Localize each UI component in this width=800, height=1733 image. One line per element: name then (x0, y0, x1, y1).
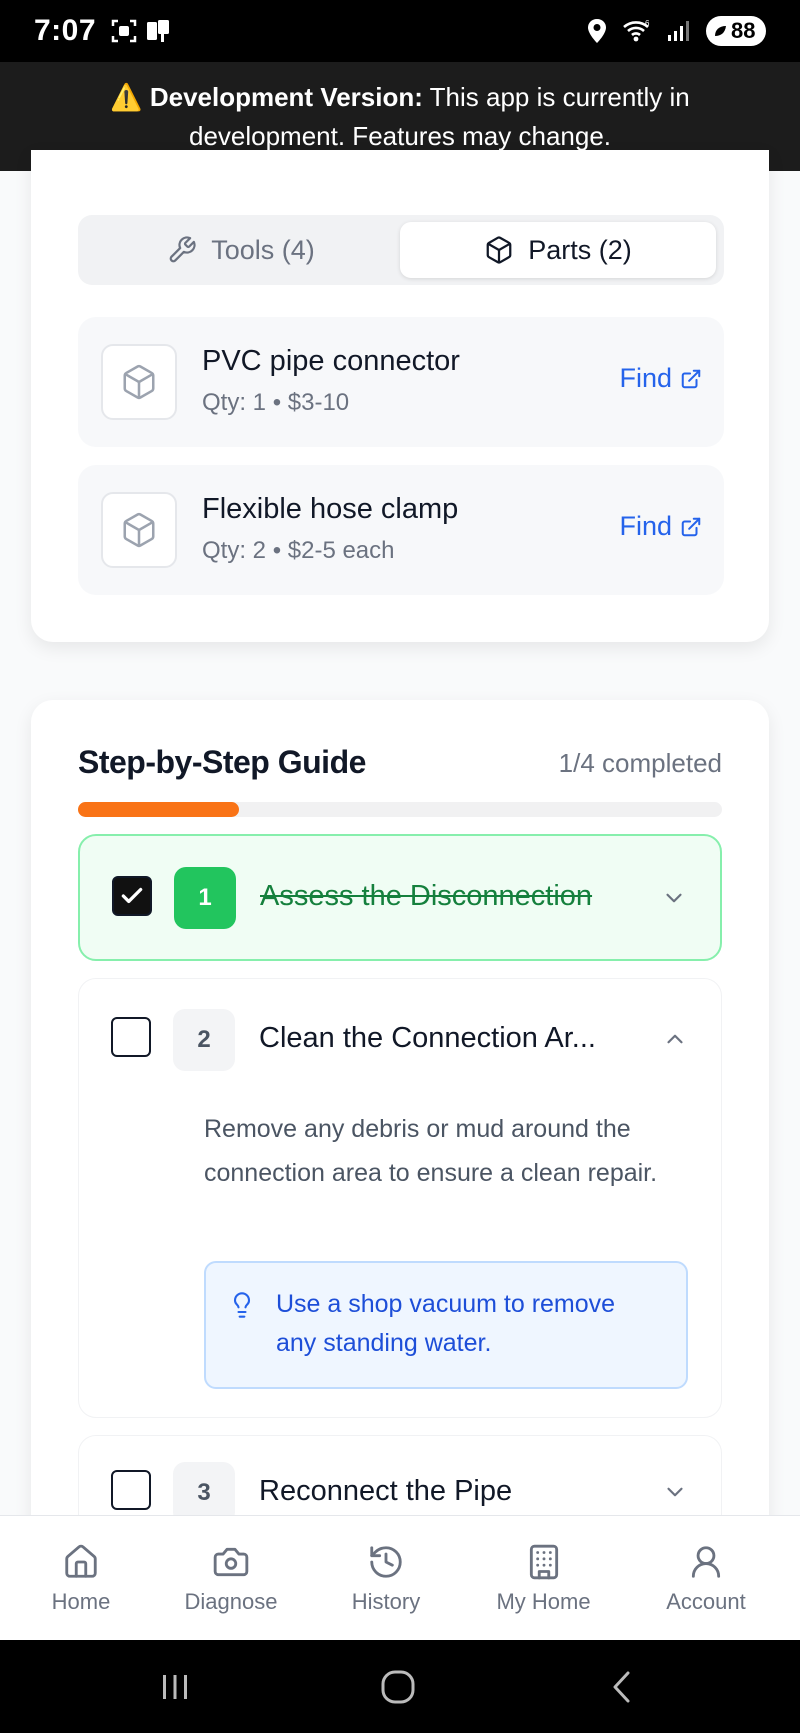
part-name: PVC pipe connector (202, 345, 460, 377)
nav-account[interactable]: Account (646, 1516, 766, 1641)
find-label: Find (619, 363, 672, 393)
wifi-icon: 6 (623, 19, 650, 42)
system-navigation-bar (0, 1640, 800, 1733)
guide-progress-text: 1/4 completed (558, 748, 722, 778)
external-link-icon (681, 369, 701, 388)
find-part-link[interactable]: Find (619, 511, 702, 542)
part-icon-box (101, 344, 177, 420)
guide-progress-fill (78, 802, 239, 817)
device-icon (147, 20, 170, 42)
part-meta: Qty: 1 • $3-10 (202, 389, 350, 416)
recent-apps-icon (163, 1675, 187, 1699)
tab-parts-label: Parts (2) (528, 234, 632, 265)
banner-line-1: ⚠️ Development Version: This app is curr… (110, 78, 690, 117)
user-icon (691, 1545, 721, 1578)
tab-tools-label: Tools (4) (211, 234, 315, 265)
tab-parts[interactable]: Parts (2) (400, 222, 716, 278)
part-meta: Qty: 2 • $2-5 each (202, 537, 395, 564)
battery-indicator: 88 (706, 16, 766, 46)
chevron-up-icon (667, 1034, 683, 1044)
package-icon (123, 512, 155, 548)
signal-icon (668, 21, 689, 41)
chevron-down-icon (667, 1487, 683, 1497)
status-time: 7:07 (34, 14, 97, 47)
status-bar: 7:07 6 88 (0, 0, 800, 62)
part-item: Flexible hose clamp Qty: 2 • $2-5 each F… (78, 465, 724, 595)
external-link-icon (681, 517, 701, 536)
step-title: Clean the Connection Ar... (259, 1022, 596, 1054)
step-checkbox[interactable] (111, 1017, 151, 1057)
step-description: Remove any debris or mud around the conn… (204, 1115, 658, 1187)
bottom-navigation: Home Diagnose History My Home Account (0, 1515, 800, 1640)
step-number: 1 (174, 867, 236, 929)
tab-tools[interactable]: Tools (4) (86, 222, 396, 278)
step-number: 2 (173, 1009, 235, 1071)
tools-parts-card: Tools (4) Parts (2) PVC pipe connector Q… (31, 150, 769, 642)
check-icon (121, 887, 143, 904)
step-checkbox-checked[interactable] (112, 876, 152, 916)
battery-saver-icon (715, 26, 726, 36)
home-system-button[interactable] (373, 1662, 423, 1712)
nav-home[interactable]: Home (31, 1516, 131, 1641)
back-button[interactable] (597, 1662, 647, 1712)
find-label: Find (619, 511, 672, 541)
battery-level: 88 (731, 18, 756, 43)
tools-parts-tabs: Tools (4) Parts (2) (78, 215, 724, 285)
package-icon (123, 364, 155, 400)
part-icon-box (101, 492, 177, 568)
svg-text:6: 6 (645, 19, 650, 28)
nav-diagnose-label: Diagnose (184, 1588, 278, 1614)
nav-home-label: Home (51, 1588, 111, 1614)
back-arrow-icon (613, 1671, 630, 1703)
expand-step-button[interactable] (658, 882, 690, 914)
collapse-step-button[interactable] (659, 1023, 691, 1055)
step-guide-card: Step-by-Step Guide 1/4 completed 1 Asses… (31, 700, 769, 1600)
tip-text: Use a shop vacuum to remove any standing… (276, 1290, 616, 1357)
step-checkbox[interactable] (111, 1470, 151, 1510)
home-circle-icon (381, 1670, 415, 1704)
part-name: Flexible hose clamp (202, 493, 459, 525)
history-icon (370, 1545, 402, 1578)
warning-icon: ⚠️ (110, 81, 143, 112)
nav-history[interactable]: History (336, 1516, 436, 1641)
lightbulb-icon (233, 1292, 251, 1318)
step-tip: Use a shop vacuum to remove any standing… (204, 1261, 688, 1389)
box-icon (486, 236, 512, 264)
nav-my-home-label: My Home (496, 1588, 591, 1614)
wrench-icon (169, 236, 196, 263)
screenshot-icon (111, 19, 137, 43)
nav-account-label: Account (666, 1588, 746, 1614)
guide-title: Step-by-Step Guide (78, 744, 366, 780)
home-icon (65, 1544, 97, 1578)
step-item-2[interactable]: 2 Clean the Connection Ar... Remove any … (78, 978, 722, 1418)
banner-label: Development Version: (149, 81, 423, 112)
step-title: Reconnect the Pipe (259, 1475, 513, 1507)
camera-icon (213, 1547, 249, 1576)
nav-history-label: History (351, 1588, 421, 1614)
part-item: PVC pipe connector Qty: 1 • $3-10 Find (78, 317, 724, 447)
location-icon (588, 19, 606, 43)
find-part-link[interactable]: Find (619, 363, 702, 394)
recent-apps-button[interactable] (150, 1662, 200, 1712)
status-system-icons: 6 88 (586, 16, 766, 46)
expand-step-button[interactable] (659, 1476, 691, 1508)
chevron-down-icon (666, 893, 682, 903)
nav-diagnose[interactable]: Diagnose (166, 1516, 296, 1641)
step-title: Assess the Disconnection (260, 880, 593, 912)
nav-my-home[interactable]: My Home (476, 1516, 611, 1641)
building-icon (529, 1544, 558, 1579)
status-notification-icons (110, 17, 172, 45)
guide-progress-bar (78, 802, 722, 817)
banner-text-1: This app is currently in (422, 81, 690, 112)
step-item-1[interactable]: 1 Assess the Disconnection (78, 834, 722, 961)
